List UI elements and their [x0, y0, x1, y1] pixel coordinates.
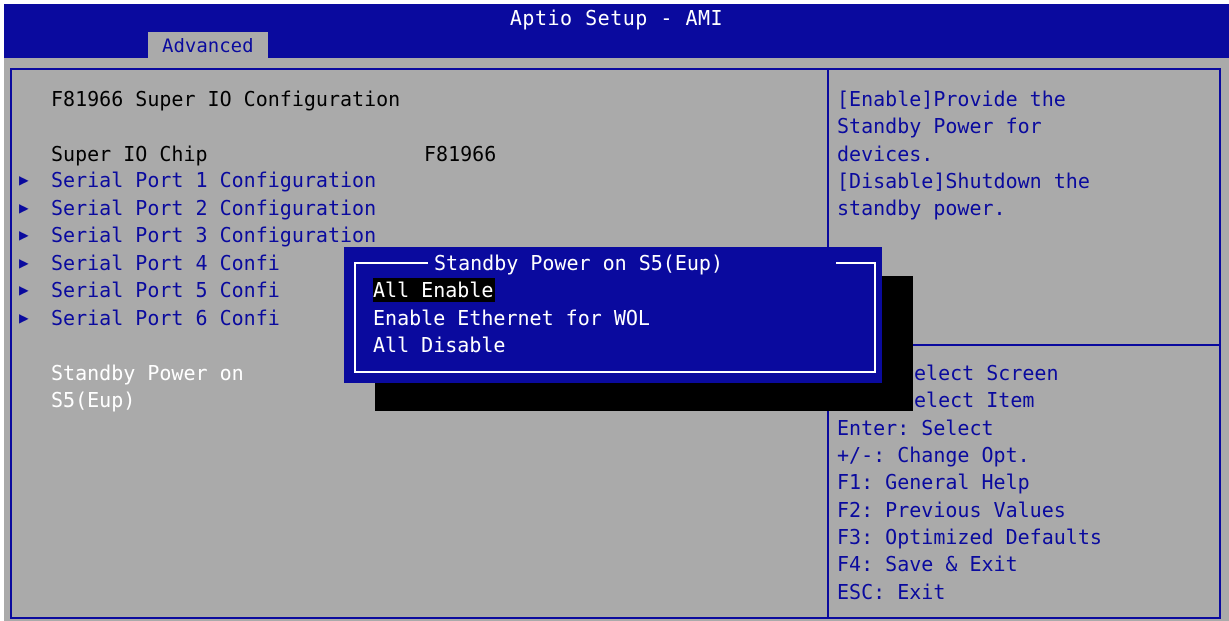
- submenu-arrow-icon: ▶: [19, 170, 29, 189]
- submenu-label: Serial Port 6 Confi: [51, 306, 280, 330]
- option-all-disable[interactable]: All Disable: [373, 333, 505, 357]
- submenu-label: Serial Port 2 Configuration: [51, 196, 377, 220]
- popup-title: Standby Power on S5(Eup): [434, 251, 723, 275]
- submenu-label: Serial Port 1 Configuration: [51, 168, 377, 192]
- key-legend-line: F3: Optimized Defaults: [837, 525, 1102, 549]
- submenu-arrow-icon: ▶: [19, 225, 29, 244]
- title-bar: Aptio Setup - AMI Advanced: [4, 4, 1229, 58]
- submenu-arrow-icon: ▶: [19, 253, 29, 272]
- standby-label-line2: S5(Eup): [51, 388, 136, 412]
- help-line: [Disable]Shutdown the: [837, 169, 1090, 193]
- standby-label-line1: Standby Power on: [51, 361, 244, 385]
- submenu-arrow-icon: ▶: [19, 198, 29, 217]
- popup-border-top-right: [836, 262, 876, 264]
- submenu-arrow-icon: ▶: [19, 280, 29, 299]
- app-title: Aptio Setup - AMI: [509, 6, 724, 30]
- tab-advanced[interactable]: Advanced: [148, 32, 268, 58]
- key-legend-line: F4: Save & Exit: [837, 552, 1018, 576]
- key-legend-line: elect Screen: [914, 361, 1059, 385]
- help-line: standby power.: [837, 196, 1006, 220]
- section-title: F81966 Super IO Configuration: [51, 87, 401, 111]
- key-legend-line: elect Item: [914, 388, 1035, 412]
- key-legend-line: ESC: Exit: [837, 580, 946, 604]
- chip-label: Super IO Chip: [51, 142, 208, 166]
- option-enable-ethernet-wol[interactable]: Enable Ethernet for WOL: [373, 306, 650, 330]
- chip-value: F81966: [424, 142, 497, 166]
- help-line: [Enable]Provide the: [837, 87, 1066, 111]
- key-legend-line: +/-: Change Opt.: [837, 443, 1030, 467]
- key-legend-line: F1: General Help: [837, 470, 1030, 494]
- key-legend-line: F2: Previous Values: [837, 498, 1066, 522]
- submenu-label: Serial Port 4 Confi: [51, 251, 280, 275]
- submenu-arrow-icon: ▶: [19, 308, 29, 327]
- option-all-enable[interactable]: All Enable: [373, 278, 496, 302]
- help-line: devices.: [837, 142, 934, 166]
- submenu-label: Serial Port 3 Configuration: [51, 223, 377, 247]
- key-legend-line: Enter: Select: [837, 416, 994, 440]
- popup-border-top-left: [354, 262, 428, 264]
- help-line: Standby Power for: [837, 114, 1042, 138]
- submenu-label: Serial Port 5 Confi: [51, 278, 280, 302]
